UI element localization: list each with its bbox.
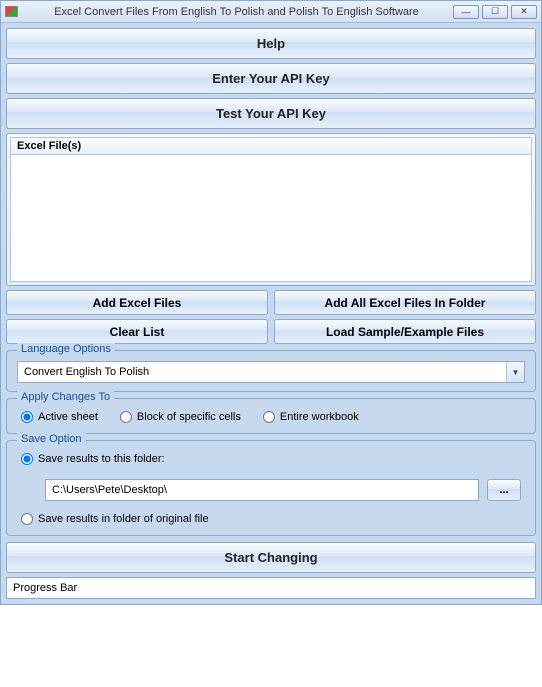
browse-folder-button[interactable]: ... [487, 479, 521, 501]
client-area: Help Enter Your API Key Test Your API Ke… [1, 23, 541, 604]
radio-entire-workbook-label: Entire workbook [280, 411, 359, 423]
save-option-group: Save Option Save results to this folder:… [6, 440, 536, 536]
minimize-button[interactable]: — [453, 5, 479, 19]
radio-entire-workbook-input[interactable] [263, 411, 275, 423]
add-all-in-folder-button[interactable]: Add All Excel Files In Folder [274, 290, 536, 315]
file-list-panel: Excel File(s) [6, 133, 536, 286]
radio-active-sheet[interactable]: Active sheet [21, 411, 98, 423]
radio-block-cells[interactable]: Block of specific cells [120, 411, 241, 423]
enter-api-key-button[interactable]: Enter Your API Key [6, 63, 536, 94]
chevron-down-icon: ▼ [506, 362, 524, 382]
window-title: Excel Convert Files From English To Poli… [23, 6, 450, 18]
load-sample-button[interactable]: Load Sample/Example Files [274, 319, 536, 344]
radio-block-cells-input[interactable] [120, 411, 132, 423]
start-changing-button[interactable]: Start Changing [6, 542, 536, 573]
radio-save-original-folder[interactable]: Save results in folder of original file [21, 513, 521, 525]
language-combo[interactable]: Convert English To Polish ▼ [17, 361, 525, 383]
add-excel-files-button[interactable]: Add Excel Files [6, 290, 268, 315]
radio-save-to-folder-label: Save results to this folder: [38, 453, 165, 465]
radio-active-sheet-label: Active sheet [38, 411, 98, 423]
clear-list-button[interactable]: Clear List [6, 319, 268, 344]
help-button[interactable]: Help [6, 28, 536, 59]
radio-save-to-folder[interactable]: Save results to this folder: [21, 453, 521, 465]
language-options-title: Language Options [17, 343, 115, 355]
test-api-key-button[interactable]: Test Your API Key [6, 98, 536, 129]
language-combo-value: Convert English To Polish [18, 366, 506, 378]
app-icon [5, 6, 18, 17]
radio-save-to-folder-input[interactable] [21, 453, 33, 465]
language-options-group: Language Options Convert English To Poli… [6, 350, 536, 392]
radio-block-cells-label: Block of specific cells [137, 411, 241, 423]
save-option-title: Save Option [17, 433, 86, 445]
apply-changes-title: Apply Changes To [17, 391, 114, 403]
radio-save-original-folder-label: Save results in folder of original file [38, 513, 209, 525]
file-list[interactable] [10, 155, 532, 282]
file-list-header[interactable]: Excel File(s) [10, 137, 532, 155]
radio-active-sheet-input[interactable] [21, 411, 33, 423]
save-path-input[interactable]: C:\Users\Pete\Desktop\ [45, 479, 479, 501]
titlebar: Excel Convert Files From English To Poli… [1, 1, 541, 23]
progress-bar: Progress Bar [6, 577, 536, 599]
maximize-button[interactable]: ☐ [482, 5, 508, 19]
main-window: Excel Convert Files From English To Poli… [0, 0, 542, 605]
radio-entire-workbook[interactable]: Entire workbook [263, 411, 359, 423]
close-button[interactable]: ✕ [511, 5, 537, 19]
radio-save-original-folder-input[interactable] [21, 513, 33, 525]
apply-changes-group: Apply Changes To Active sheet Block of s… [6, 398, 536, 434]
